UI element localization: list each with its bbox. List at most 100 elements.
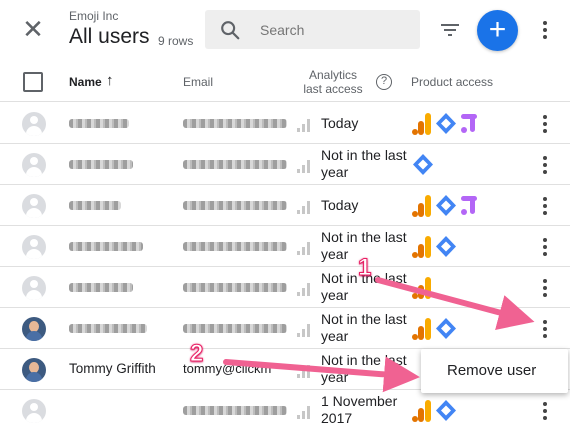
avatar bbox=[22, 153, 46, 177]
row-count: 9 rows bbox=[158, 34, 194, 48]
last-access-line2: year bbox=[321, 328, 349, 344]
signal-icon bbox=[297, 364, 311, 378]
analytics-icon bbox=[412, 236, 431, 258]
row-more-options-icon[interactable] bbox=[533, 112, 557, 136]
redacted-email bbox=[183, 324, 287, 333]
last-access-line2: 2017 bbox=[321, 410, 353, 426]
optimize-icon bbox=[461, 114, 477, 133]
redacted-email bbox=[183, 201, 287, 210]
column-analytics-last-access[interactable]: Analytics last access bbox=[293, 68, 373, 96]
signal-icon bbox=[297, 323, 311, 337]
close-icon[interactable]: ✕ bbox=[20, 16, 46, 42]
analytics-icon bbox=[412, 400, 431, 422]
table-row[interactable]: Not in the last year bbox=[0, 226, 570, 267]
redacted-email bbox=[183, 119, 287, 128]
help-icon[interactable]: ? bbox=[376, 74, 392, 90]
table-row[interactable]: 1 November 2017 bbox=[0, 390, 570, 429]
redacted-email bbox=[183, 283, 287, 292]
tag-manager-icon bbox=[436, 318, 456, 339]
tag-manager-icon bbox=[436, 195, 456, 216]
column-analytics-line2: last access bbox=[303, 82, 363, 96]
last-access-line1: Today bbox=[321, 115, 359, 131]
last-access-line1: Not in the last bbox=[321, 147, 407, 163]
avatar bbox=[22, 194, 46, 218]
redacted-name bbox=[69, 242, 143, 251]
last-access: Not in the last year bbox=[321, 311, 407, 345]
filter-icon[interactable] bbox=[438, 18, 462, 42]
search-box[interactable] bbox=[205, 10, 420, 49]
tag-manager-icon bbox=[436, 236, 456, 257]
table-row[interactable]: Today bbox=[0, 185, 570, 226]
last-access-line1: Not in the last bbox=[321, 352, 407, 368]
table-row[interactable]: Not in the last year bbox=[0, 144, 570, 185]
context-menu: Remove user bbox=[421, 349, 568, 393]
tag-manager-icon bbox=[436, 400, 456, 421]
add-user-button[interactable]: + bbox=[477, 10, 518, 51]
search-input[interactable] bbox=[260, 20, 410, 40]
user-name: Tommy Griffith bbox=[69, 361, 156, 376]
tag-manager-icon bbox=[413, 154, 433, 175]
column-product-access: Product access bbox=[411, 75, 494, 89]
avatar bbox=[22, 112, 46, 136]
header: ✕ Emoji Inc All users 9 rows + bbox=[0, 0, 570, 62]
row-more-options-icon[interactable] bbox=[533, 276, 557, 300]
signal-icon bbox=[297, 405, 311, 419]
last-access: 1 November 2017 bbox=[321, 393, 397, 427]
table-header: Name ↑ Email Analytics last access ? Pro… bbox=[0, 62, 570, 102]
redacted-name bbox=[69, 283, 133, 292]
avatar bbox=[22, 317, 46, 341]
optimize-icon bbox=[461, 196, 477, 215]
redacted-name bbox=[69, 324, 147, 333]
last-access-line1: Not in the last bbox=[321, 311, 407, 327]
column-analytics-line1: Analytics bbox=[308, 68, 358, 82]
last-access-line1: Not in the last bbox=[321, 229, 407, 245]
row-more-options-icon[interactable] bbox=[533, 153, 557, 177]
table-row[interactable]: Today bbox=[0, 103, 570, 144]
annotation-step-2: 2 bbox=[189, 340, 204, 368]
search-icon bbox=[221, 21, 240, 40]
row-more-options-icon[interactable] bbox=[533, 317, 557, 341]
page: ✕ Emoji Inc All users 9 rows + Name ↑ Em… bbox=[0, 0, 570, 429]
redacted-email bbox=[183, 242, 287, 251]
last-access-line2: year bbox=[321, 369, 349, 385]
last-access-line1: Today bbox=[321, 197, 359, 213]
column-name[interactable]: Name bbox=[69, 75, 102, 89]
sort-arrow-icon[interactable]: ↑ bbox=[106, 72, 114, 89]
signal-icon bbox=[297, 118, 311, 132]
redacted-email bbox=[183, 160, 287, 169]
signal-icon bbox=[297, 241, 311, 255]
last-access: Not in the last year bbox=[321, 352, 407, 386]
row-more-options-icon[interactable] bbox=[533, 399, 557, 423]
avatar bbox=[22, 399, 46, 423]
redacted-name bbox=[69, 119, 129, 128]
table-row[interactable]: Not in the last year bbox=[0, 267, 570, 308]
org-name: Emoji Inc bbox=[69, 9, 119, 23]
last-access-line1: 1 November bbox=[321, 393, 398, 409]
annotation-step-1: 1 bbox=[357, 254, 372, 282]
signal-icon bbox=[297, 159, 311, 173]
avatar bbox=[22, 276, 46, 300]
redacted-name bbox=[69, 201, 121, 210]
row-more-options-icon[interactable] bbox=[533, 235, 557, 259]
analytics-icon bbox=[412, 318, 431, 340]
last-access: Today bbox=[321, 115, 358, 132]
last-access-line2: year bbox=[321, 164, 349, 180]
signal-icon bbox=[297, 200, 311, 214]
signal-icon bbox=[297, 282, 311, 296]
avatar bbox=[22, 358, 46, 382]
last-access: Not in the last year bbox=[321, 147, 407, 181]
last-access: Today bbox=[321, 197, 358, 214]
column-email[interactable]: Email bbox=[183, 75, 213, 89]
select-all-checkbox[interactable] bbox=[23, 72, 43, 92]
more-options-icon[interactable] bbox=[533, 18, 557, 42]
analytics-icon bbox=[412, 113, 431, 135]
last-access-line2: year bbox=[321, 287, 349, 303]
redacted-email bbox=[183, 406, 287, 415]
table-row[interactable]: Not in the last year bbox=[0, 308, 570, 349]
analytics-icon bbox=[412, 277, 431, 299]
redacted-name bbox=[69, 160, 133, 169]
row-more-options-icon[interactable] bbox=[533, 194, 557, 218]
remove-user-menu-item[interactable]: Remove user bbox=[447, 362, 536, 379]
tag-manager-icon bbox=[436, 113, 456, 134]
analytics-icon bbox=[412, 195, 431, 217]
